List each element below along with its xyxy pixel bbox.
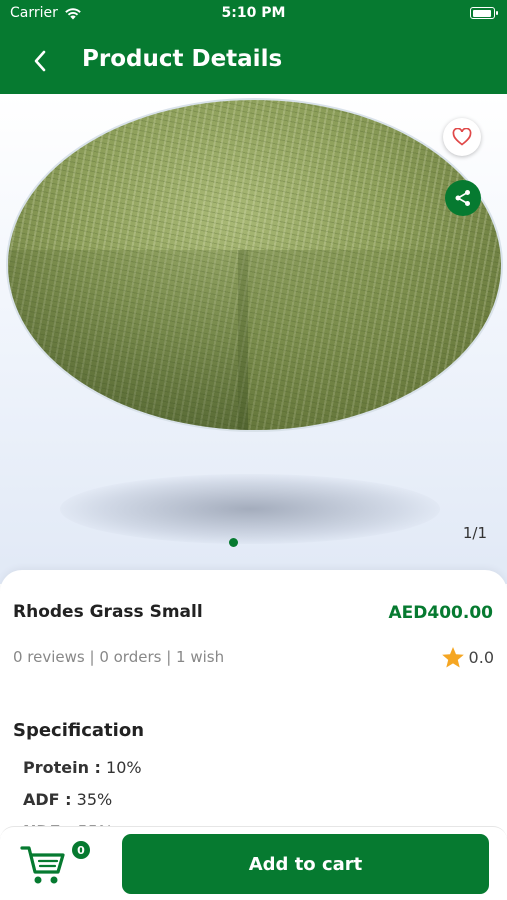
back-button[interactable] [24,45,56,77]
chevron-left-icon [34,50,46,72]
cart-icon [20,846,65,884]
product-name: Rhodes Grass Small [13,602,203,622]
product-price: AED400.00 [388,603,493,623]
cart-button[interactable] [20,843,68,887]
product-gallery[interactable]: 1/1 [0,94,507,584]
add-to-cart-button[interactable]: Add to cart [122,834,489,894]
heart-icon [452,128,472,146]
nav-bar: Product Details [0,28,507,94]
spec-label: Protein : [23,758,101,777]
wishlist-button[interactable] [443,118,481,156]
star-icon [441,647,464,668]
rating-value: 0.0 [468,648,494,667]
spec-value: 35% [76,790,113,809]
rating[interactable]: 0.0 [441,646,494,669]
page-indicator-dot[interactable] [229,538,238,547]
bottom-action-bar: 0 Add to cart [0,826,507,900]
clock: 5:10 PM [221,5,286,21]
product-image [6,98,503,432]
battery-icon [470,7,498,19]
spec-label: ADF : [23,790,72,809]
image-counter: 1/1 [462,524,487,542]
image-shadow [60,474,440,544]
spec-value: 10% [106,758,142,777]
cart-count-badge: 0 [70,839,92,861]
product-meta: 0 reviews | 0 orders | 1 wish [13,648,225,666]
status-bar: Carrier 5:10 PM [0,0,507,28]
share-button[interactable] [445,180,481,216]
spec-row-adf: ADF : 35% [23,790,112,809]
share-icon [455,190,470,206]
specification-title: Specification [13,720,145,741]
page-title: Product Details [82,46,283,72]
spec-row-protein: Protein : 10% [23,758,142,777]
